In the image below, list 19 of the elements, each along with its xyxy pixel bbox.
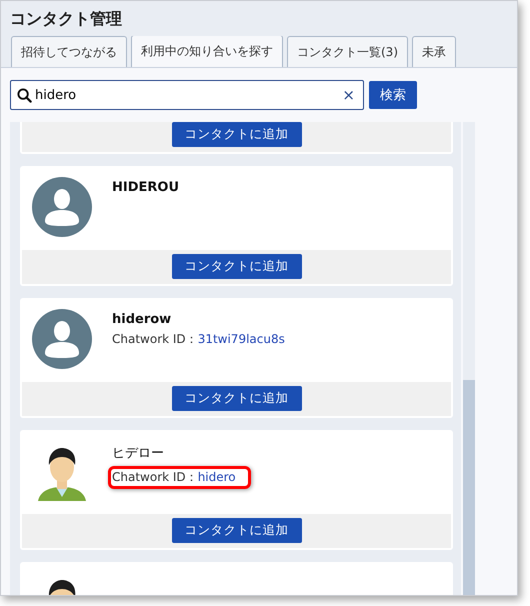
clear-button[interactable]: × (342, 86, 355, 104)
tab[interactable]: 利用中の知り合いを探す (131, 36, 283, 67)
chatwork-id-link[interactable]: hidero (198, 470, 236, 484)
contact-name: HIDEROU (112, 180, 180, 195)
tab[interactable]: 未承 (412, 36, 456, 67)
highlighted-chatwork-id: Chatwork ID：hidero (108, 466, 251, 489)
tab[interactable]: コンタクト一覧(3) (287, 36, 408, 67)
tab[interactable]: 招待してつながる (11, 36, 127, 67)
search-button[interactable]: 検索 (369, 81, 417, 109)
add-contact-button[interactable]: コンタクトに追加 (172, 254, 302, 279)
contact-name: hiderow (112, 312, 172, 327)
chatwork-id: Chatwork ID：31twi79lacu8s (112, 331, 285, 348)
window-title: コンタクト管理 (1, 1, 517, 36)
chatwork-id-link[interactable]: 31twi79lacu8s (198, 332, 285, 346)
add-contact-button[interactable]: コンタクトに追加 (172, 386, 302, 411)
contact-name: ヒデロー (112, 445, 165, 462)
add-contact-button[interactable]: コンタクトに追加 (172, 518, 302, 543)
search-field[interactable]: hidero × (10, 80, 364, 110)
add-contact-button[interactable]: コンタクトに追加 (172, 122, 302, 147)
